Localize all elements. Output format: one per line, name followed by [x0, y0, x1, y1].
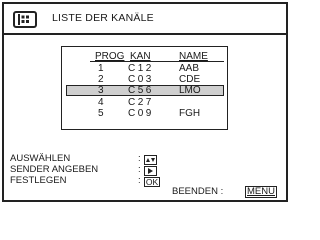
name-label: SENDER ANGEBEN: [10, 164, 99, 175]
channel-name: AAB: [179, 63, 200, 74]
channel-prog: 4: [98, 97, 104, 108]
osd-frame: LISTE DER KANÄLE PROG KAN NAME 1 C12 AAB…: [2, 2, 288, 202]
channel-row[interactable]: 4 C27: [62, 97, 227, 108]
channel-prog: 2: [98, 74, 104, 85]
header-bar: LISTE DER KANÄLE: [4, 4, 286, 35]
confirm-colon: :: [138, 175, 141, 186]
page-title: LISTE DER KANÄLE: [52, 12, 154, 24]
channel-kan: C09: [128, 108, 154, 119]
channel-list: PROG KAN NAME 1 C12 AAB 2 C03 CDE 3 C56 …: [61, 46, 228, 130]
confirm-label: FESTLEGEN: [10, 175, 67, 186]
channel-name: CDE: [179, 74, 201, 85]
menu-list-icon: [13, 11, 37, 28]
channel-name: LMO: [179, 85, 201, 96]
channel-prog: 1: [98, 63, 104, 74]
channel-kan: C12: [128, 63, 154, 74]
channel-name: FGH: [179, 108, 201, 119]
right-arrow-icon: [144, 166, 157, 176]
channel-row[interactable]: 1 C12 AAB: [62, 63, 227, 74]
channel-kan: C27: [128, 97, 154, 108]
name-colon: :: [138, 164, 141, 175]
channel-kan: C03: [128, 74, 154, 85]
menu-key[interactable]: MENU: [245, 186, 277, 198]
channel-row[interactable]: 2 C03 CDE: [62, 74, 227, 85]
header-divider: [90, 61, 224, 62]
channel-kan: C56: [128, 85, 154, 96]
exit-label: BEENDEN :: [172, 186, 224, 197]
channel-row[interactable]: 5 C09 FGH: [62, 108, 227, 119]
select-label: AUSWÄHLEN: [10, 153, 71, 164]
channel-row-selected[interactable]: 3 C56 LMO: [66, 85, 224, 96]
select-colon: :: [138, 153, 141, 164]
channel-prog: 5: [98, 108, 104, 119]
up-down-arrows-icon: [144, 155, 157, 165]
channel-prog: 3: [98, 85, 104, 96]
ok-key[interactable]: OK: [144, 177, 160, 187]
